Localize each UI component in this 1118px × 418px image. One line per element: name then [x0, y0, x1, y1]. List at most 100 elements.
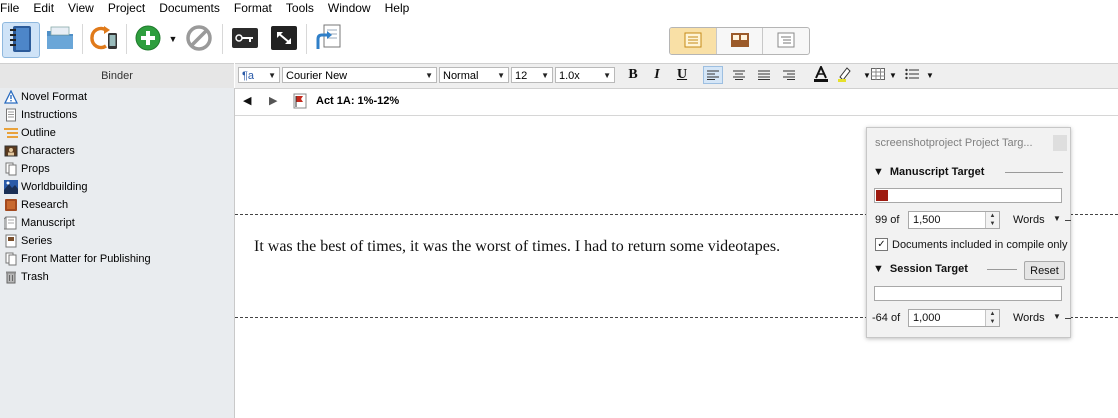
list-menu-button[interactable]: ▼: [923, 66, 937, 84]
binder-item-trash[interactable]: Trash: [0, 268, 234, 286]
keywords-icon: [230, 25, 260, 54]
menu-window[interactable]: Window: [321, 0, 378, 16]
session-target-heading[interactable]: ▼ Session Target: [873, 263, 968, 275]
binder-item-worldbuilding[interactable]: Worldbuilding: [0, 178, 234, 196]
panel-title: screenshotproject Project Targ...: [875, 137, 1033, 149]
list-button[interactable]: [902, 66, 922, 84]
reset-button[interactable]: Reset: [1024, 261, 1065, 280]
research-icon: [4, 198, 18, 212]
manuscript-target-heading[interactable]: ▼ Manuscript Target: [873, 166, 984, 178]
binder-item-characters[interactable]: Characters: [0, 142, 234, 160]
sync-icon: [88, 24, 120, 55]
chevron-down-icon: ▼: [603, 71, 611, 80]
typeface-select[interactable]: Normal ▼: [439, 67, 509, 83]
italic-button[interactable]: I: [647, 66, 667, 84]
binder-item-front-matter[interactable]: Front Matter for Publishing: [0, 250, 234, 268]
binder-item-novel-format[interactable]: Novel Format: [0, 88, 234, 106]
composition-mode-icon: [269, 24, 299, 55]
binder-item-label: Manuscript: [21, 217, 75, 229]
panel-close-button[interactable]: [1053, 135, 1067, 151]
front-matter-icon: [4, 252, 18, 266]
align-left-icon: [707, 67, 719, 83]
chevron-down-icon: ▼: [168, 34, 178, 44]
manuscript-target-input[interactable]: 1,500 ▲ ▼: [908, 211, 1000, 229]
compile-only-label: Documents included in compile only: [892, 238, 1068, 251]
list-icon: [905, 67, 919, 83]
series-icon: [4, 234, 18, 248]
align-right-button[interactable]: [779, 66, 799, 84]
binder-item-props[interactable]: Props: [0, 160, 234, 178]
spinner-arrows-icon[interactable]: ▲ ▼: [985, 310, 999, 326]
text-color-button[interactable]: [811, 64, 831, 85]
bold-button[interactable]: B: [623, 66, 643, 84]
manuscript-progress-fill: [876, 190, 888, 201]
delete-button[interactable]: [181, 22, 217, 56]
highlight-button[interactable]: [835, 66, 855, 84]
add-button[interactable]: [130, 22, 166, 56]
chevron-down-icon[interactable]: ▼: [1053, 312, 1061, 321]
menu-format[interactable]: Format: [227, 0, 279, 16]
session-target-input[interactable]: 1,000 ▲ ▼: [908, 309, 1000, 327]
forward-arrow-icon[interactable]: ▶: [269, 94, 277, 107]
document-flag-icon: [293, 93, 309, 112]
menu-tools[interactable]: Tools: [279, 0, 321, 16]
menu-project[interactable]: Project: [101, 0, 152, 16]
paragraph-style-select[interactable]: ¶a ▼: [238, 67, 280, 83]
menu-help[interactable]: Help: [378, 0, 417, 16]
align-left-button[interactable]: [703, 66, 723, 84]
align-center-icon: [733, 67, 745, 83]
main-toolbar: ▼: [0, 18, 1118, 60]
collections-button[interactable]: [42, 22, 78, 56]
document-view-button[interactable]: [670, 28, 717, 54]
align-right-icon: [783, 67, 795, 83]
binder-item-series[interactable]: Series: [0, 232, 234, 250]
menu-view[interactable]: View: [61, 0, 101, 16]
table-button[interactable]: [868, 66, 888, 84]
document-title: Act 1A: 1%-12%: [316, 95, 400, 107]
compile-only-checkbox[interactable]: ✓: [875, 238, 888, 251]
menu-edit[interactable]: Edit: [26, 0, 61, 16]
trash-icon: [4, 270, 18, 284]
underline-button[interactable]: U: [672, 66, 692, 84]
binder-item-label: Instructions: [21, 109, 78, 121]
compile-button[interactable]: [311, 22, 347, 56]
menu-documents[interactable]: Documents: [152, 0, 227, 16]
menu-file[interactable]: File: [0, 0, 26, 16]
binder-icon: [8, 24, 34, 57]
session-target-row: -64 of 1,000 ▲ ▼ Words ▼: [867, 308, 1071, 328]
session-word-count: -64 of: [872, 312, 901, 324]
chevron-down-icon: ▼: [889, 70, 897, 80]
outline-view-button[interactable]: [763, 28, 809, 54]
binder-toggle-button[interactable]: [2, 22, 40, 58]
binder-item-label: Research: [21, 199, 69, 211]
binder-item-instructions[interactable]: Instructions: [0, 106, 234, 124]
manuscript-unit-select[interactable]: Words: [1013, 214, 1045, 226]
text-color-icon: [813, 64, 829, 85]
chevron-down-icon: ▼: [926, 70, 934, 80]
binder-panel: Novel Format Instructions Outline Charac…: [0, 88, 235, 418]
add-menu-button[interactable]: ▼: [166, 22, 180, 56]
binder-title: Binder: [101, 70, 133, 82]
composition-mode-button[interactable]: [266, 22, 302, 56]
manuscript-icon: [3, 216, 18, 230]
binder-item-manuscript[interactable]: Manuscript: [0, 214, 234, 232]
binder-item-outline[interactable]: Outline: [0, 124, 234, 142]
keywords-button[interactable]: [227, 22, 263, 56]
session-unit-select[interactable]: Words: [1013, 312, 1045, 324]
binder-item-research[interactable]: Research: [0, 196, 234, 214]
document-view-icon: [684, 32, 702, 51]
align-justify-button[interactable]: [754, 66, 774, 84]
sync-button[interactable]: [86, 22, 122, 56]
back-arrow-icon[interactable]: ◀: [243, 94, 251, 107]
font-family-select[interactable]: Courier New ▼: [282, 67, 437, 83]
align-center-button[interactable]: [729, 66, 749, 84]
font-size-select[interactable]: 12 ▼: [511, 67, 553, 83]
chevron-down-icon[interactable]: ▼: [1053, 214, 1061, 223]
spinner-arrows-icon[interactable]: ▲ ▼: [985, 212, 999, 228]
editor-text[interactable]: It was the best of times, it was the wor…: [254, 238, 780, 256]
compile-only-checkbox-row[interactable]: ✓ Documents included in compile only: [875, 238, 1067, 251]
line-spacing-select[interactable]: 1.0x ▼: [555, 67, 615, 83]
manuscript-progress-bar: [874, 188, 1062, 203]
corkboard-view-button[interactable]: [717, 28, 764, 54]
table-menu-button[interactable]: ▼: [886, 66, 900, 84]
